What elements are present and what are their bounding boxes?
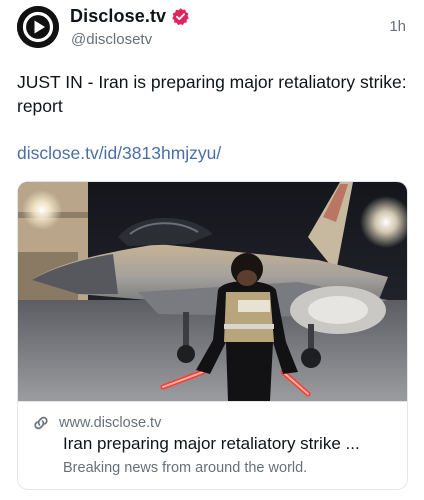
verified-badge-icon bbox=[172, 7, 189, 25]
card-image[interactable] bbox=[18, 182, 407, 401]
card-title[interactable]: Iran preparing major retaliatory strike … bbox=[63, 434, 399, 454]
card-domain-row: www.disclose.tv bbox=[32, 414, 161, 432]
post-link[interactable]: disclose.tv/id/3813hmjzyu/ bbox=[17, 143, 221, 164]
play-circle-logo-icon bbox=[17, 6, 59, 48]
post-text: JUST IN - Iran is preparing major retali… bbox=[17, 72, 407, 116]
link-preview-card[interactable]: www.disclose.tv Iran preparing major ret… bbox=[17, 181, 408, 490]
card-description: Breaking news from around the world. bbox=[63, 460, 308, 476]
author-handle[interactable]: @disclosetv bbox=[71, 31, 152, 48]
author-display-name[interactable]: Disclose.tv bbox=[70, 6, 166, 27]
post-timestamp[interactable]: 1h bbox=[389, 18, 406, 35]
card-domain: www.disclose.tv bbox=[59, 415, 162, 431]
card-body[interactable]: www.disclose.tv Iran preparing major ret… bbox=[18, 401, 407, 489]
avatar[interactable] bbox=[17, 6, 59, 48]
link-icon bbox=[34, 416, 48, 430]
author-name-row[interactable]: Disclose.tv bbox=[70, 5, 190, 27]
post[interactable]: Disclose.tv @disclosetv 1h JUST IN - Ira… bbox=[0, 0, 424, 500]
